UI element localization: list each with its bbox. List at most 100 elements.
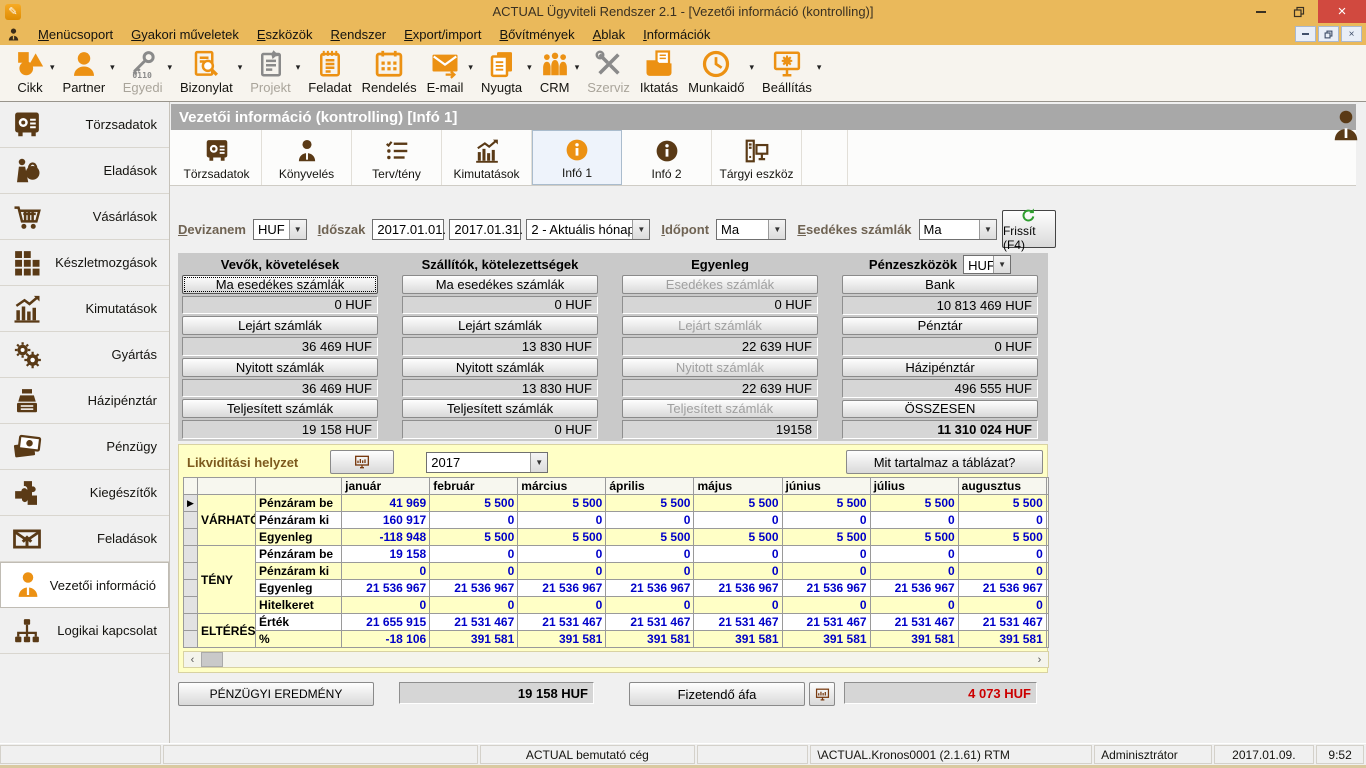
scroll-left-icon[interactable]: ‹ (184, 652, 201, 667)
value-cell: 0 (958, 546, 1046, 563)
row-selector[interactable] (184, 631, 198, 648)
period-select[interactable]: 2 - Aktuális hónap ▼ (526, 219, 650, 240)
restore-button[interactable] (1280, 0, 1318, 23)
summary-button--sszesen[interactable]: ÖSSZESEN (842, 400, 1038, 419)
vat-chart-button[interactable] (809, 682, 835, 706)
sidebar-item-p-nz-gy[interactable]: Pénzügy (0, 424, 169, 470)
scrollbar-thumb[interactable] (201, 652, 223, 667)
idopont-select[interactable]: Ma ▼ (716, 219, 786, 240)
toolbar-dropdown-icon[interactable]: ▾ (110, 62, 115, 73)
row-selector[interactable] (184, 546, 198, 563)
row-selector[interactable]: ▶ (184, 495, 198, 512)
tab-t-rgyi-eszk-z[interactable]: Tárgyi eszköz (712, 130, 802, 185)
menu-item-rendszer[interactable]: Rendszer (321, 25, 395, 44)
toolbar-button-crm[interactable]: CRM (535, 48, 575, 96)
sidebar-item-kimutat-sok[interactable]: Kimutatások (0, 286, 169, 332)
sidebar-item-felad-sok[interactable]: Feladások (0, 516, 169, 562)
toolbar-button-e-mail[interactable]: E-mail (422, 48, 469, 96)
year-select[interactable]: 2017 ▼ (426, 452, 548, 473)
tab-terv-t-ny[interactable]: Terv/tény (352, 130, 442, 185)
summary-button-h-zip-nzt-r[interactable]: Házipénztár (842, 358, 1038, 377)
summary-button-teljes-tett-sz-ml-k[interactable]: Teljesített számlák (182, 399, 378, 418)
toolbar-dropdown-icon[interactable]: ▾ (750, 62, 755, 73)
sidebar-item-elad-sok[interactable]: Eladások (0, 148, 169, 194)
summary-button-ma-esed-kes-sz-ml-k[interactable]: Ma esedékes számlák (402, 275, 598, 294)
toolbar-button-feladat[interactable]: Feladat (303, 48, 356, 96)
mdi-window-controls: × (1295, 26, 1362, 42)
mdi-restore-button[interactable] (1318, 26, 1339, 42)
row-selector[interactable] (184, 512, 198, 529)
toolbar-dropdown-icon[interactable]: ▾ (238, 62, 243, 73)
tab-inf-2[interactable]: Infó 2 (622, 130, 712, 185)
summary-button-nyitott-sz-ml-k[interactable]: Nyitott számlák (402, 358, 598, 377)
summary-button-p-nzt-r[interactable]: Pénztár (842, 317, 1038, 336)
toolbar-dropdown-icon[interactable]: ▾ (468, 62, 473, 73)
toolbar-label: Feladat (308, 80, 351, 95)
toolbar-dropdown-icon[interactable]: ▾ (527, 62, 532, 73)
tab-t-rzsadatok[interactable]: Törzsadatok (172, 130, 262, 185)
table-info-button[interactable]: Mit tartalmaz a táblázat? (846, 450, 1043, 474)
summary-button-ma-esed-kes-sz-ml-k[interactable]: Ma esedékes számlák (182, 275, 378, 294)
value-cell: 0 (606, 563, 694, 580)
menu-item-men-csoport[interactable]: Menücsoport (29, 25, 122, 44)
liquidity-chart-button[interactable] (330, 450, 394, 474)
minimize-button[interactable] (1242, 0, 1280, 23)
menu-item-export-import[interactable]: Export/import (395, 25, 490, 44)
mdi-close-button[interactable]: × (1341, 26, 1362, 42)
toolbar-button-iktat-s[interactable]: Iktatás (635, 48, 683, 96)
toolbar-dropdown-icon[interactable]: ▾ (167, 62, 172, 73)
currency-select[interactable]: HUF▼ (963, 255, 1011, 274)
esedekes-select[interactable]: Ma ▼ (919, 219, 997, 240)
toolbar-button-partner[interactable]: Partner (58, 48, 111, 96)
sidebar-item-h-zip-nzt-r[interactable]: Házipénztár (0, 378, 169, 424)
summary-button-bank[interactable]: Bank (842, 275, 1038, 294)
sidebar-item-kieg-sz-t-k[interactable]: Kiegészítők (0, 470, 169, 516)
row-selector[interactable] (184, 614, 198, 631)
menu-item-eszk-z-k[interactable]: Eszközök (248, 25, 322, 44)
tab-k-nyvel-s[interactable]: Könyvelés (262, 130, 352, 185)
refresh-button[interactable]: Frissít (F4) (1002, 210, 1056, 248)
toolbar-dropdown-icon[interactable]: ▾ (575, 62, 580, 73)
summary-button-lej-rt-sz-ml-k[interactable]: Lejárt számlák (402, 316, 598, 335)
date-to-input[interactable]: 2017.01.31. (449, 219, 521, 240)
summary-button-lej-rt-sz-ml-k[interactable]: Lejárt számlák (182, 316, 378, 335)
sidebar-item-k-szletmozg-sok[interactable]: Készletmozgások (0, 240, 169, 286)
row-selector[interactable] (184, 597, 198, 614)
row-selector[interactable] (184, 563, 198, 580)
toolbar-button-munkaid-[interactable]: Munkaidő (683, 48, 749, 96)
vat-button[interactable]: Fizetendő áfa (629, 682, 805, 706)
date-from-input[interactable]: 2017.01.01. (372, 219, 444, 240)
toolbar-dropdown-icon[interactable]: ▾ (50, 62, 55, 73)
toolbar-button-cikk[interactable]: Cikk (10, 48, 50, 96)
header-month: január (342, 478, 430, 495)
sidebar-item-logikai-kapcsolat[interactable]: Logikai kapcsolat (0, 608, 169, 654)
horizontal-scrollbar[interactable]: ‹ › (183, 651, 1049, 668)
summary-button-teljes-tett-sz-ml-k[interactable]: Teljesített számlák (402, 399, 598, 418)
tab-inf-1[interactable]: Infó 1 (532, 130, 622, 185)
toolbar-dropdown-icon[interactable]: ▾ (817, 62, 822, 73)
sidebar-item-t-rzsadatok[interactable]: Törzsadatok (0, 102, 169, 148)
mdi-minimize-button[interactable] (1295, 26, 1316, 42)
tab-kimutat-sok[interactable]: Kimutatások (442, 130, 532, 185)
close-button[interactable]: × (1318, 0, 1366, 23)
row-selector[interactable] (184, 580, 198, 597)
toolbar-button-rendel-s[interactable]: Rendelés (357, 48, 422, 96)
toolbar-button-nyugta[interactable]: Nyugta (476, 48, 527, 96)
row-selector[interactable] (184, 529, 198, 546)
menu-item-inform-ci-k[interactable]: Információk (634, 25, 719, 44)
toolbar-dropdown-icon[interactable]: ▾ (296, 62, 301, 73)
sidebar-item-vezet-i-inform-ci-[interactable]: Vezetői információ (0, 562, 169, 608)
scroll-right-icon[interactable]: › (1031, 652, 1048, 667)
menu-item-gyakori-m-veletek[interactable]: Gyakori műveletek (122, 25, 248, 44)
toolbar-button-bizonylat[interactable]: Bizonylat (175, 48, 238, 96)
financial-result-button[interactable]: PÉNZÜGYI EREDMÉNY (178, 682, 374, 706)
devizanem-select[interactable]: HUF ▼ (253, 219, 307, 240)
menu-item-ablak[interactable]: Ablak (584, 25, 635, 44)
summary-column-title: Szállítók, kötelezettségek (402, 256, 598, 273)
toolbar-button-be-ll-t-s[interactable]: Beállítás (757, 48, 817, 96)
sidebar-item-gy-rt-s[interactable]: Gyártás (0, 332, 169, 378)
sidebar-item-v-s-rl-sok[interactable]: Vásárlások (0, 194, 169, 240)
scrollbar-track[interactable] (223, 652, 1031, 667)
menu-item-b-v-tm-nyek[interactable]: Bővítmények (490, 25, 583, 44)
summary-button-nyitott-sz-ml-k[interactable]: Nyitott számlák (182, 358, 378, 377)
